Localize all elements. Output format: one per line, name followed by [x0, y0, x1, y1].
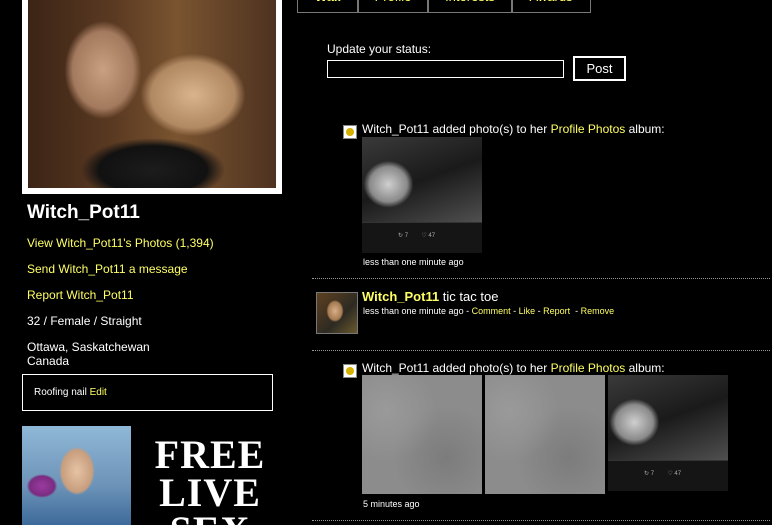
profile-photo[interactable]	[22, 0, 282, 194]
location-country: Canada	[27, 354, 70, 368]
post-author-link[interactable]: Witch_Pot11	[362, 289, 439, 304]
post-button[interactable]: Post	[573, 56, 626, 81]
status-post-text: tic tac toe	[439, 289, 499, 304]
status-post: Witch_Pot11 tic tac toe	[362, 289, 498, 304]
like-link[interactable]: Like	[519, 306, 536, 316]
view-photos-link[interactable]: View Witch_Pot11's Photos (1,394)	[27, 236, 214, 250]
post-time: less than one minute ago	[363, 306, 464, 316]
feed-item-time: less than one minute ago	[363, 257, 464, 267]
about-edit-link[interactable]: Edit	[90, 387, 107, 398]
demographics: 32 / Female / Straight	[27, 314, 142, 328]
profile-photo-image	[28, 0, 276, 188]
feed-item-text: Witch_Pot11 added photo(s) to her Profil…	[362, 122, 665, 136]
tab-interests[interactable]: Interests	[427, 0, 513, 13]
feed-divider	[312, 278, 770, 279]
post-meta: less than one minute ago - Comment - Lik…	[363, 306, 615, 316]
status-input[interactable]	[327, 60, 564, 78]
photo-thumbnail[interactable]	[362, 137, 482, 253]
feed-item-text: Witch_Pot11 added photo(s) to her Profil…	[362, 361, 665, 375]
remove-link[interactable]: Remove	[581, 306, 615, 316]
photo-thumbnail[interactable]	[362, 375, 482, 494]
tab-wall[interactable]: Wall	[297, 0, 359, 13]
comment-link[interactable]: Comment	[472, 306, 511, 316]
send-message-link[interactable]: Send Witch_Pot11 a message	[27, 262, 188, 276]
about-text: Roofing nail	[34, 387, 87, 398]
about-box: Roofing nail Edit	[22, 374, 273, 411]
author-avatar[interactable]	[316, 292, 358, 334]
ad-text: FREE LIVE SEX	[154, 432, 266, 525]
status-label: Update your status:	[327, 42, 432, 56]
report-link[interactable]: Report	[543, 306, 570, 316]
feed-item-time: 5 minutes ago	[363, 499, 420, 509]
profile-photos-album-link[interactable]: Profile Photos	[551, 122, 626, 136]
tab-profile[interactable]: Profile	[357, 0, 429, 13]
photo-thumbnail[interactable]	[608, 375, 728, 491]
profile-photos-album-link[interactable]: Profile Photos	[551, 361, 626, 375]
location-city: Ottawa, Saskatchewan	[27, 340, 150, 354]
feed-divider	[312, 520, 770, 521]
photo-activity-icon	[343, 125, 357, 139]
photo-thumbnail[interactable]	[485, 375, 605, 494]
report-user-link[interactable]: Report Witch_Pot11	[27, 288, 134, 302]
ad-photo	[22, 426, 131, 525]
feed-divider	[312, 350, 770, 351]
photo-activity-icon	[343, 364, 357, 378]
ad-banner[interactable]: FREE LIVE SEX	[22, 426, 277, 525]
tab-awards[interactable]: Awards	[511, 0, 591, 13]
profile-username: Witch_Pot11	[27, 202, 140, 223]
